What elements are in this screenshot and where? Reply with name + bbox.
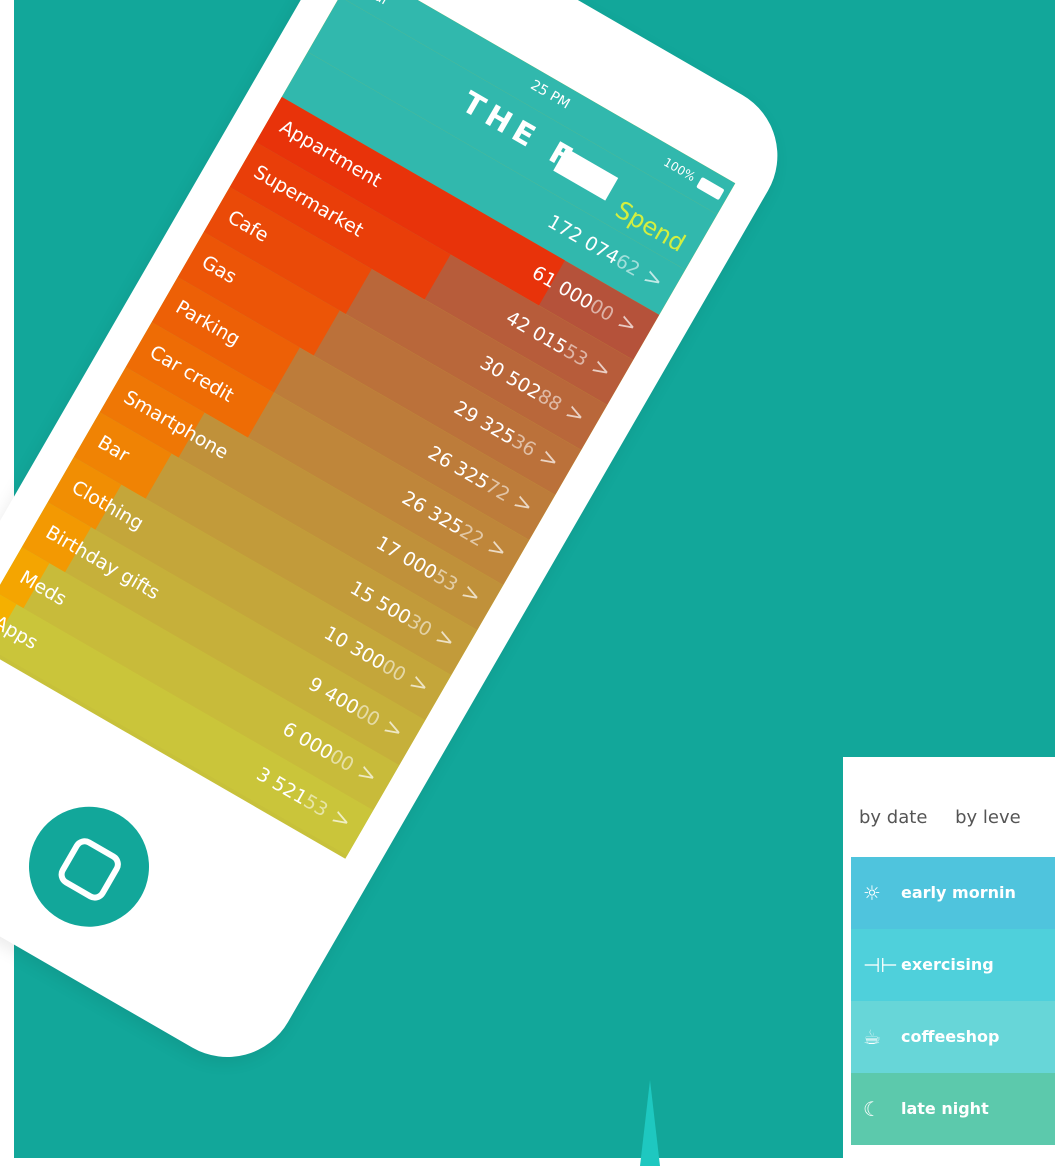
light-beam-decoration — [640, 1080, 660, 1166]
activity-list: ☼ early mornin ⊣⊢ exercising ☕ coffeesho… — [851, 857, 1055, 1145]
dumbbell-icon: ⊣⊢ — [863, 953, 898, 977]
list-item-coffeeshop[interactable]: ☕ coffeeshop — [851, 1001, 1055, 1073]
battery-percent: 100% — [661, 154, 698, 185]
app-title-block — [553, 148, 619, 201]
filter-tabs: by date by leve — [859, 807, 1043, 828]
home-square-icon — [54, 833, 126, 905]
phone-mockup: Total 25 PM 100% THE F Spend 172 07462 >… — [0, 0, 804, 1083]
filter-tab-by-level[interactable]: by leve — [955, 807, 1021, 828]
list-item-label: coffeeshop — [901, 1027, 1000, 1046]
sun-icon: ☼ — [863, 881, 881, 905]
list-item-label: late night — [901, 1099, 989, 1118]
activity-card: by date by leve ☼ early mornin ⊣⊢ exerci… — [843, 757, 1055, 1166]
battery-icon — [696, 176, 725, 201]
moon-icon: ☾ — [863, 1097, 881, 1121]
filter-tab-by-date[interactable]: by date — [859, 807, 927, 828]
list-item-early-morning[interactable]: ☼ early mornin — [851, 857, 1055, 929]
list-item-late-night[interactable]: ☾ late night — [851, 1073, 1055, 1145]
list-item-label: early mornin — [901, 883, 1016, 902]
coffee-cup-icon: ☕ — [863, 1025, 881, 1049]
list-item-label: exercising — [901, 955, 994, 974]
list-item-exercising[interactable]: ⊣⊢ exercising — [851, 929, 1055, 1001]
